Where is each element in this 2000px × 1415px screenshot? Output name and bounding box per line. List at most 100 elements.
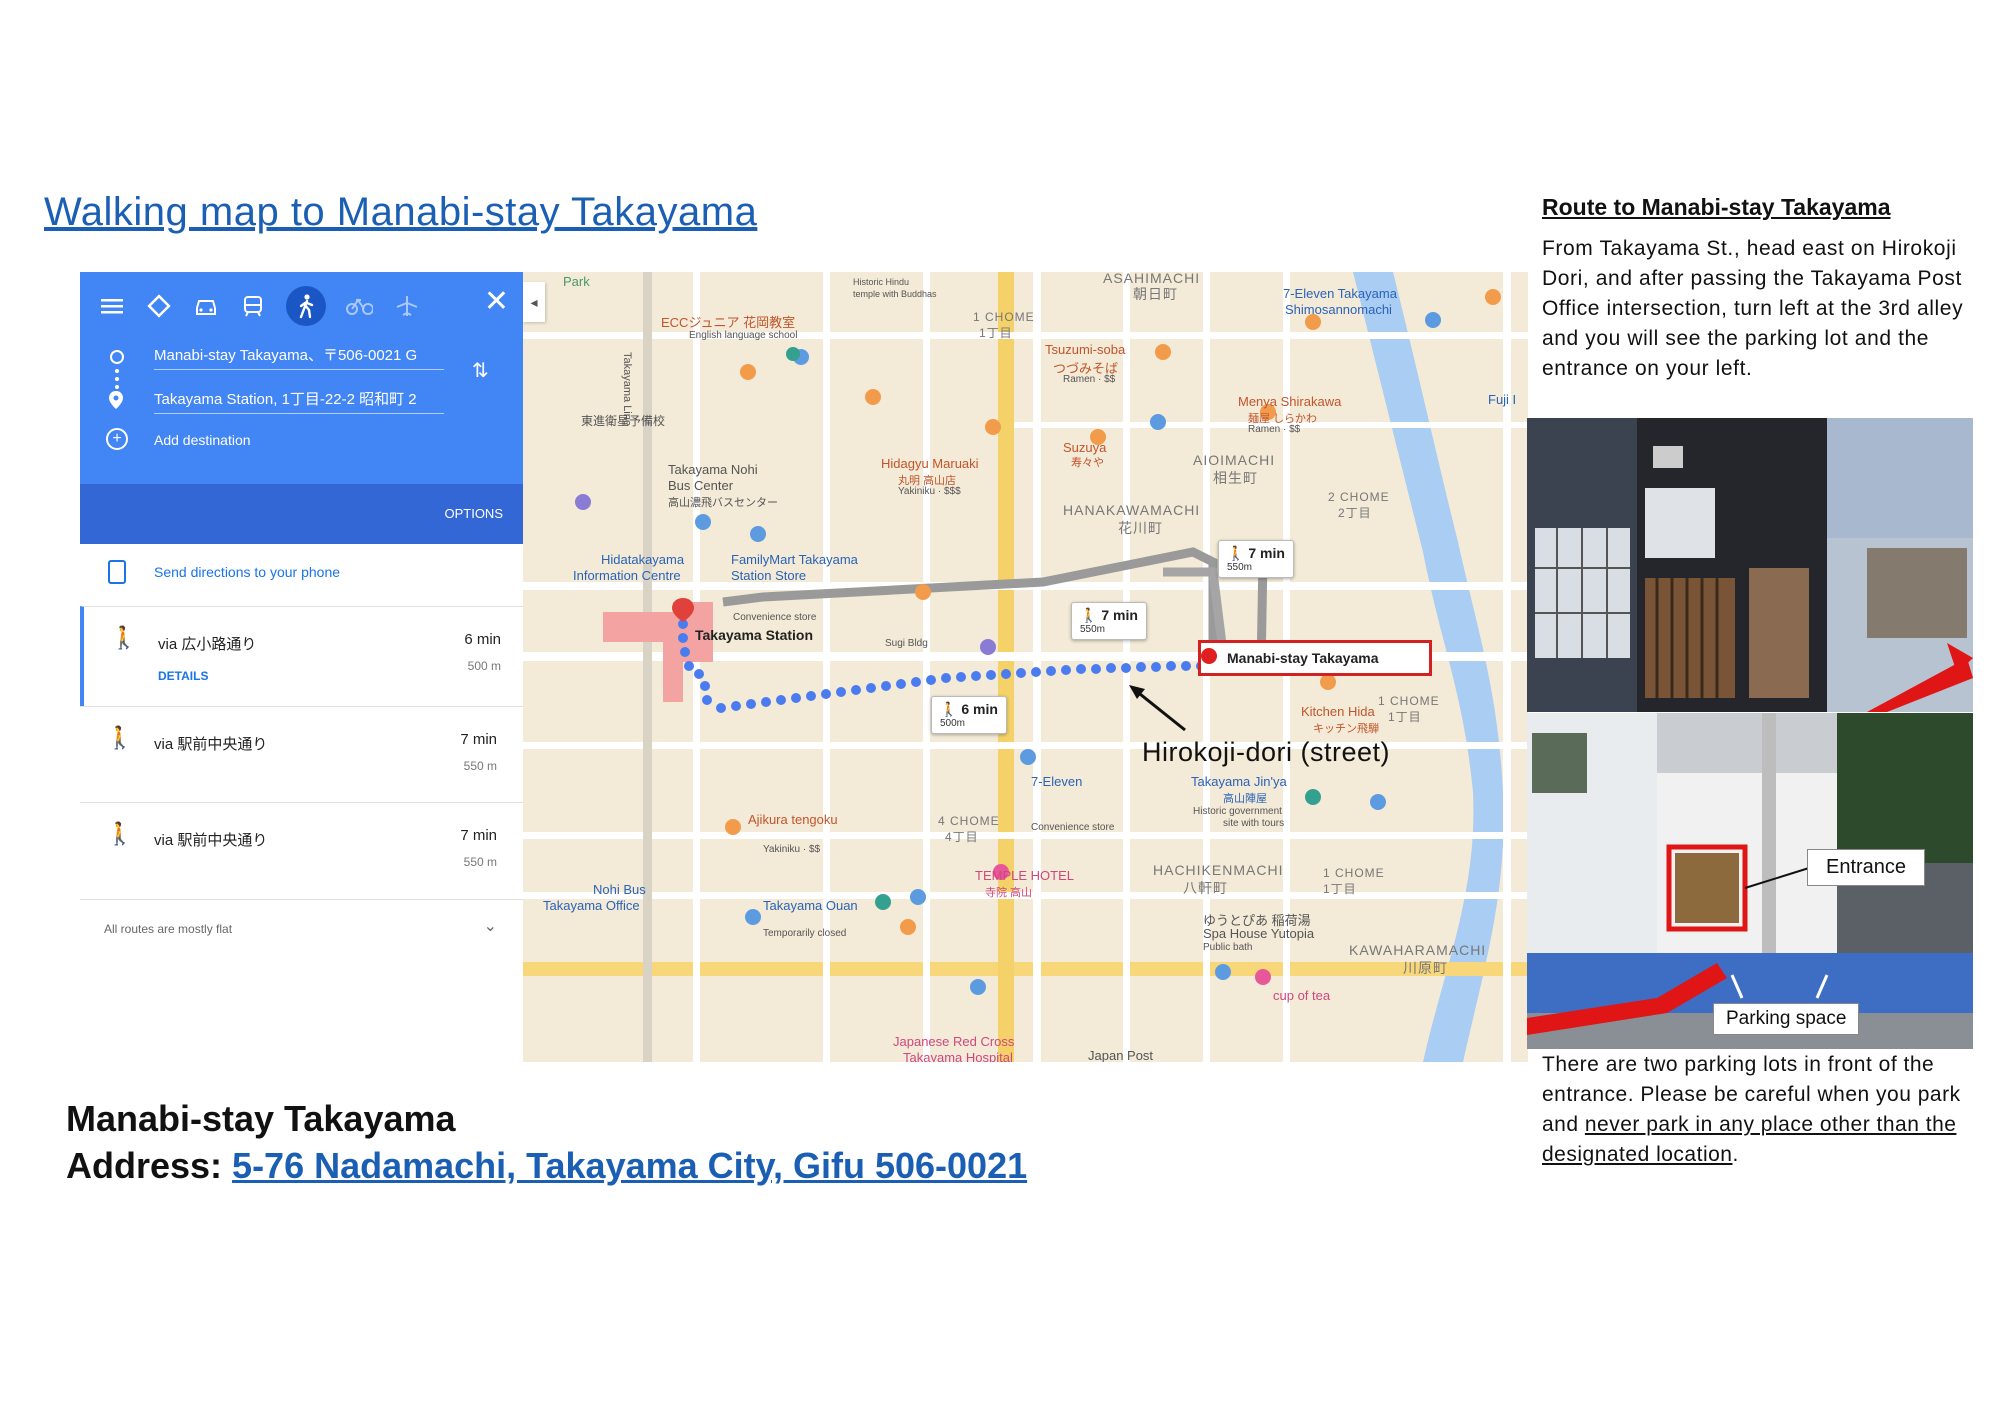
map-label-aioimachi-jp: 相生町 (1213, 470, 1258, 486)
walking-icon[interactable] (286, 286, 326, 326)
map-label-chome1c-jp: 1丁目 (1323, 882, 1357, 896)
collapse-panel-button[interactable]: ◂ (523, 282, 545, 322)
map-label-temple-hotel-jp: 寺院 高山 (985, 887, 1033, 899)
walking-icon: 🚶 (940, 701, 958, 717)
route-option[interactable]: 🚶 via 駅前中央通り 7 min 550 m (80, 706, 523, 803)
map-label-chome2-jp: 2丁目 (1338, 506, 1372, 520)
map-label-spa2: Spa House Yutopia (1203, 926, 1315, 941)
address-link[interactable]: 5-76 Nadamachi, Takayama City, Gifu 506-… (232, 1145, 1027, 1186)
map-label-ajikura: Ajikura tengoku (748, 812, 838, 827)
map-label-hindu2: temple with Buddhas (853, 289, 937, 299)
route-via: via 広小路通り (158, 636, 257, 653)
map-label-chome1b: 1 CHOME (1378, 694, 1440, 708)
map-label-7eleven-mid-sub: Convenience store (1031, 822, 1115, 833)
route-option[interactable]: 🚶 via 駅前中央通り 7 min 550 m (80, 802, 523, 900)
directions-header: ✕ Manabi-stay Takayama、〒506-0021 G Takay… (80, 272, 523, 544)
map-label-rail-line: Takayama Line (621, 352, 633, 426)
map-label-red-cross2: Takayama Hospital (903, 1050, 1013, 1062)
walking-icon: 🚶 (1080, 607, 1098, 623)
destination-marker-label: Manabi-stay Takayama (1198, 640, 1432, 676)
map-label-jinya-jp: 高山陣屋 (1223, 793, 1267, 805)
transit-icon[interactable] (239, 293, 266, 320)
route-option[interactable]: 🚶 via 広小路通り 6 min 500 m DETAILS (80, 606, 527, 707)
map-label-tsuzumi: Tsuzumi-soba (1045, 342, 1126, 357)
route-via: via 駅前中央通り (154, 832, 268, 849)
map-label-hindu: Historic Hindu (853, 277, 910, 287)
route-time-bubble[interactable]: 🚶 7 min 550m (1218, 540, 1294, 578)
route-details-button[interactable]: DETAILS (158, 669, 208, 683)
map-label-7eleven-mid: 7-Eleven (1031, 774, 1083, 789)
map-label-chome1b-jp: 1丁目 (1388, 710, 1422, 724)
map-label-hidatakayama: Hidatakayama (601, 552, 685, 567)
building-photo-drawing (1527, 418, 1973, 712)
close-icon[interactable]: ✕ (484, 284, 509, 319)
route-distance: 550 m (463, 855, 497, 869)
map-label-ouan: Takayama Ouan (763, 898, 858, 913)
walking-icon: 🚶 (106, 725, 134, 750)
directions-panel: ✕ Manabi-stay Takayama、〒506-0021 G Takay… (80, 272, 527, 962)
route-time-bubble[interactable]: 🚶 7 min 550m (1071, 602, 1147, 640)
map-label-jinya-sub2: site with tours (1223, 818, 1285, 829)
phone-send-icon[interactable] (108, 560, 126, 584)
map-label-ajikura-sub: Yakiniku · $$ (763, 844, 821, 855)
add-destination-icon[interactable]: + (106, 428, 128, 450)
map-label-suzuya: Suzuya (1063, 440, 1107, 455)
map-label-7eleven-top2: Shimosannomachi (1285, 302, 1392, 317)
route-dots-icon (115, 369, 119, 389)
parking-warning: never park in any place other than the d… (1542, 1113, 1957, 1166)
destination-marker-icon (1201, 648, 1217, 664)
map-label-kitchen-hida-jp: キッチン飛騨 (1313, 723, 1379, 735)
map-label-kawaharamachi: KAWAHARAMACHI (1349, 942, 1487, 958)
bicycle-icon[interactable] (346, 293, 373, 320)
map-label-aioimachi: AIOIMACHI (1193, 452, 1276, 468)
map-label-hachikenmachi: HACHIKENMACHI (1153, 862, 1284, 878)
map-label-cup-of-tea: cup of tea (1273, 988, 1331, 1003)
map-label-hidagyu-sub: Yakiniku · $$$ (898, 486, 961, 497)
bubble-time: 7 min (1101, 607, 1138, 623)
destination-field[interactable]: Takayama Station, 1丁目-22-2 昭和町 2 (154, 388, 444, 414)
map-label-7eleven-top: 7-Eleven Takayama (1283, 286, 1397, 301)
parking-label: Parking space (1713, 1003, 1860, 1035)
map-label-chome4: 4 CHOME (938, 814, 1000, 828)
routes-footer-text: All routes are mostly flat (104, 922, 233, 936)
bubble-distance: 500m (940, 718, 966, 729)
route-via: via 駅前中央通り (154, 736, 268, 753)
flight-icon[interactable] (393, 293, 420, 320)
map-label-red-cross: Japanese Red Cross (893, 1034, 1015, 1049)
parking-note-end: . (1732, 1143, 1739, 1166)
best-route-icon[interactable] (145, 293, 172, 320)
parking-note: There are two parking lots in front of t… (1542, 1050, 1972, 1170)
chevron-down-icon[interactable]: ⌄ (484, 916, 497, 936)
map-label-familymart-sub: Convenience store (733, 612, 817, 623)
send-directions-link[interactable]: Send directions to your phone (154, 564, 340, 580)
walking-icon: 🚶 (106, 821, 134, 846)
map-label-menya-sub: Ramen · $$ (1248, 424, 1301, 435)
map-label-ecc: ECCジュニア 花岡教室 (661, 315, 796, 330)
map-label-chome1-jp: 1丁目 (979, 326, 1013, 340)
route-time-bubble[interactable]: 🚶 6 min 500m (931, 696, 1007, 734)
walking-map-title-link[interactable]: Walking map to Manabi-stay Takayama (44, 190, 757, 235)
travel-mode-bar (98, 286, 420, 326)
map-label-jinya-sub: Historic government (1193, 806, 1282, 817)
map-label-kawaharamachi-jp: 川原町 (1403, 960, 1448, 976)
entrance-label: Entrance (1807, 849, 1926, 886)
bubble-distance: 550m (1227, 562, 1253, 573)
map-label-temple-hotel: TEMPLE HOTEL (975, 868, 1074, 883)
route-time: 7 min (460, 731, 497, 748)
map-label-ecc-sub: English language school (689, 330, 798, 341)
bubble-time: 7 min (1248, 545, 1285, 561)
car-icon[interactable] (192, 293, 219, 320)
origin-field[interactable]: Manabi-stay Takayama、〒506-0021 G (154, 344, 444, 370)
map-label-chome1: 1 CHOME (973, 310, 1035, 324)
add-destination-button[interactable]: Add destination (154, 432, 251, 448)
destination-pin-icon (109, 391, 123, 409)
property-address: Address: 5-76 Nadamachi, Takayama City, … (66, 1145, 1027, 1187)
map-label-familymart: FamilyMart Takayama (731, 552, 858, 567)
menu-icon[interactable] (98, 293, 125, 320)
swap-icon[interactable]: ⇅ (472, 358, 489, 383)
options-button[interactable]: OPTIONS (444, 506, 503, 521)
map-label-hanakawamachi-jp: 花川町 (1118, 520, 1163, 536)
map-label-fuji: Fuji I (1488, 392, 1517, 407)
walking-icon: 🚶 (1227, 545, 1245, 561)
map-label-suzuya-jp: 寿々や (1071, 457, 1104, 469)
